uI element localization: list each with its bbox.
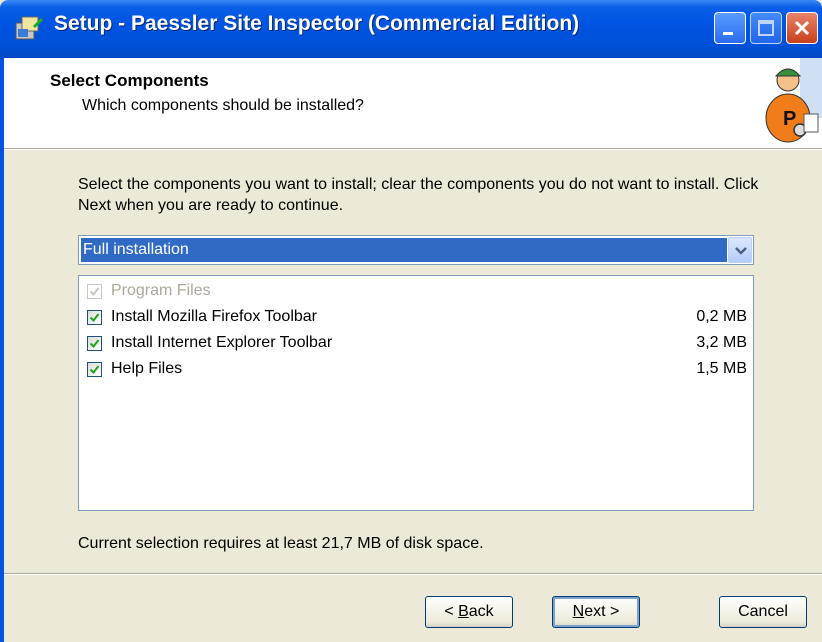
component-size: 0,2 MB: [696, 308, 747, 325]
instructions-text: Select the components you want to instal…: [78, 176, 759, 214]
dropdown-button[interactable]: [728, 237, 752, 263]
window-title: Setup - Paessler Site Inspector (Commerc…: [54, 12, 580, 35]
component-size: 3,2 MB: [696, 334, 747, 351]
checkbox[interactable]: [87, 336, 102, 351]
footer-divider-highlight: [4, 574, 822, 575]
back-button[interactable]: < Back: [425, 596, 513, 628]
chevron-down-icon: [735, 247, 747, 255]
checkmark-icon: [89, 287, 100, 297]
component-label: Help Files: [111, 360, 183, 377]
next-label-rest: ext >: [584, 603, 620, 620]
component-item-ie-toolbar[interactable]: Install Internet Explorer Toolbar 3,2 MB: [87, 333, 747, 357]
checkbox[interactable]: [87, 310, 102, 325]
minimize-icon: [723, 32, 733, 35]
checkbox[interactable]: [87, 362, 102, 377]
cancel-button[interactable]: Cancel: [719, 596, 807, 628]
back-prefix: <: [444, 603, 459, 620]
components-list: Program Files Install Mozilla Firefox To…: [78, 275, 754, 511]
minimize-button[interactable]: [714, 12, 746, 44]
checkbox: [87, 284, 102, 299]
setup-icon: [15, 16, 44, 40]
maximize-icon: [758, 20, 774, 36]
checkmark-icon: [89, 339, 100, 349]
back-accelerator: B: [458, 603, 469, 620]
component-item-program-files: Program Files: [87, 281, 747, 305]
maximize-button[interactable]: [750, 12, 782, 44]
component-label: Install Internet Explorer Toolbar: [111, 334, 333, 351]
component-item-firefox-toolbar[interactable]: Install Mozilla Firefox Toolbar 0,2 MB: [87, 307, 747, 331]
component-label: Install Mozilla Firefox Toolbar: [111, 308, 318, 325]
install-type-value: Full installation: [81, 238, 727, 262]
component-label: Program Files: [111, 282, 211, 299]
checkmark-icon: [89, 365, 100, 375]
next-button[interactable]: Next >: [552, 596, 640, 628]
back-label-rest: ack: [468, 603, 494, 620]
component-size: 1,5 MB: [696, 360, 747, 377]
wizard-header: Select Components Which components shoul…: [4, 58, 822, 149]
next-accelerator: N: [572, 603, 585, 620]
page-subtitle: Which components should be installed?: [82, 97, 364, 114]
close-icon: [794, 20, 810, 36]
paessler-mascot-icon: P: [765, 58, 822, 143]
install-type-select[interactable]: Full installation: [78, 235, 754, 265]
page-title: Select Components: [50, 71, 209, 90]
component-item-help-files[interactable]: Help Files 1,5 MB: [87, 359, 747, 383]
checkmark-icon: [89, 313, 100, 323]
header-divider: [4, 149, 822, 150]
disk-space-status: Current selection requires at least 21,7…: [78, 535, 484, 552]
title-bar: Setup - Paessler Site Inspector (Commerc…: [0, 0, 822, 58]
close-button[interactable]: [786, 12, 818, 44]
